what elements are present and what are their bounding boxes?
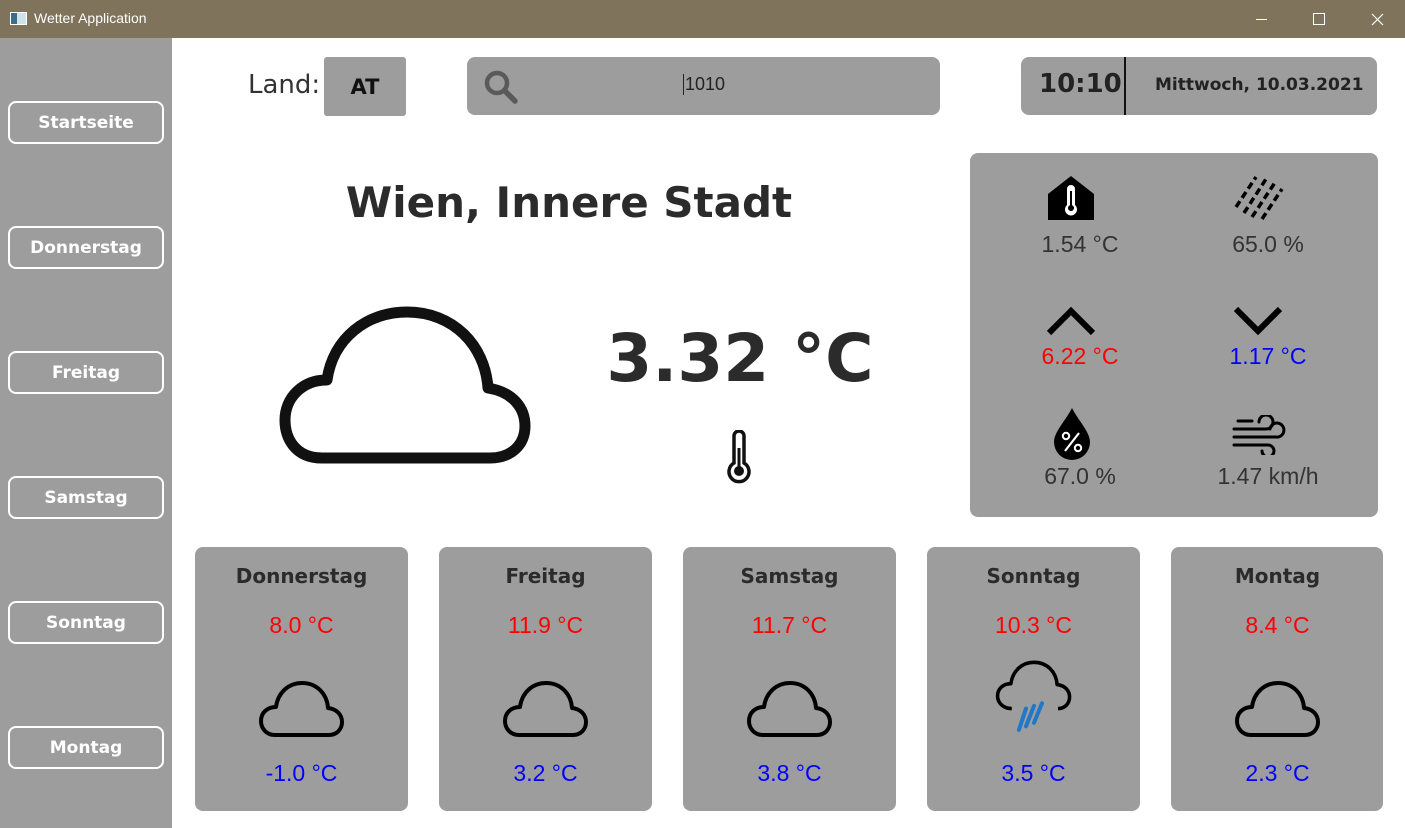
- close-button[interactable]: [1348, 0, 1405, 38]
- sidebar-item-freitag[interactable]: Freitag: [8, 351, 164, 394]
- forecast-card-montag[interactable]: Montag 8.4 °C 2.3 °C: [1171, 547, 1383, 811]
- humidity-value: 67.0 %: [1044, 463, 1116, 489]
- forecast-max-temp: 11.9 °C: [507, 612, 584, 638]
- forecast-day: Samstag: [740, 564, 839, 588]
- forecast-day: Sonntag: [986, 564, 1081, 588]
- chevron-up-icon: [1046, 306, 1096, 336]
- min-temperature-value: 1.17 °C: [1229, 343, 1307, 369]
- forecast-max-temp: 8.4 °C: [1245, 612, 1310, 638]
- forecast-day: Montag: [1234, 564, 1321, 588]
- details-panel: 1.54 °C 65.0 % 6.22 °C 1.17 °C 67.0 % 1.…: [970, 153, 1378, 517]
- forecast-min-temp: 3.8 °C: [757, 760, 822, 786]
- forecast-min-temp: 3.5 °C: [1001, 760, 1066, 786]
- cloud-icon: [259, 681, 344, 737]
- app-icon: [10, 12, 27, 25]
- maximize-icon: [1313, 13, 1325, 25]
- search-input[interactable]: 1010: [683, 74, 725, 95]
- forecast-card-sonntag[interactable]: Sonntag 10.3 °C 3.5 °C: [927, 547, 1140, 811]
- forecast-card-donnerstag[interactable]: Donnerstag 8.0 °C -1.0 °C: [195, 547, 408, 811]
- forecast-min-temp: -1.0 °C: [265, 760, 338, 786]
- house-thermometer-icon: [1048, 176, 1094, 220]
- sidebar-item-samstag[interactable]: Samstag: [8, 476, 164, 519]
- clock-divider: [1124, 57, 1126, 115]
- max-temperature-value: 6.22 °C: [1041, 343, 1119, 369]
- maximize-button[interactable]: [1290, 0, 1348, 38]
- country-selector[interactable]: AT: [324, 57, 406, 116]
- window-title: Wetter Application: [34, 10, 147, 26]
- country-label: Land:: [248, 70, 321, 100]
- search-icon[interactable]: [483, 69, 519, 105]
- sidebar: Startseite Donnerstag Freitag Samstag So…: [0, 38, 172, 828]
- minimize-icon: [1255, 18, 1267, 20]
- current-temperature: 3.32 °C: [606, 320, 874, 397]
- thermometer-icon: [727, 430, 751, 484]
- title-bar: Wetter Application: [0, 0, 1405, 38]
- forecast-max-temp: 8.0 °C: [269, 612, 334, 638]
- city-name: Wien, Innere Stadt: [345, 178, 793, 227]
- sidebar-item-montag[interactable]: Montag: [8, 726, 164, 769]
- cloud-icon: [747, 681, 832, 737]
- cloud-icon: [1235, 681, 1320, 737]
- forecast-max-temp: 10.3 °C: [995, 612, 1072, 638]
- cloud-icon: [279, 306, 531, 464]
- chevron-down-icon: [1233, 306, 1283, 336]
- wind-speed-value: 1.47 km/h: [1217, 463, 1319, 489]
- search-bar[interactable]: 1010: [467, 57, 940, 115]
- current-date: Mittwoch, 10.03.2021: [1155, 75, 1364, 95]
- forecast-card-freitag[interactable]: Freitag 11.9 °C 3.2 °C: [439, 547, 652, 811]
- wind-icon: [1232, 415, 1286, 455]
- forecast-day: Freitag: [505, 564, 586, 588]
- forecast-day: Donnerstag: [235, 564, 368, 588]
- rain-cloud-icon: [995, 660, 1072, 732]
- forecast-min-temp: 2.3 °C: [1245, 760, 1310, 786]
- forecast-max-temp: 11.7 °C: [751, 612, 828, 638]
- sidebar-item-sonntag[interactable]: Sonntag: [8, 601, 164, 644]
- forecast-card-samstag[interactable]: Samstag 11.7 °C 3.8 °C: [683, 547, 896, 811]
- sidebar-item-donnerstag[interactable]: Donnerstag: [8, 226, 164, 269]
- humidity-drop-icon: [1054, 408, 1090, 460]
- current-time: 10:10: [1039, 69, 1122, 99]
- sidebar-item-startseite[interactable]: Startseite: [8, 101, 164, 144]
- close-icon: [1371, 13, 1383, 25]
- clock-panel: 10:10 Mittwoch, 10.03.2021: [1021, 57, 1377, 115]
- forecast-min-temp: 3.2 °C: [513, 760, 578, 786]
- minimize-button[interactable]: [1232, 0, 1290, 38]
- cloud-icon: [503, 681, 588, 737]
- indoor-temperature-value: 1.54 °C: [1041, 231, 1119, 257]
- precipitation-value: 65.0 %: [1232, 231, 1304, 257]
- rain-lines-icon: [1234, 176, 1284, 220]
